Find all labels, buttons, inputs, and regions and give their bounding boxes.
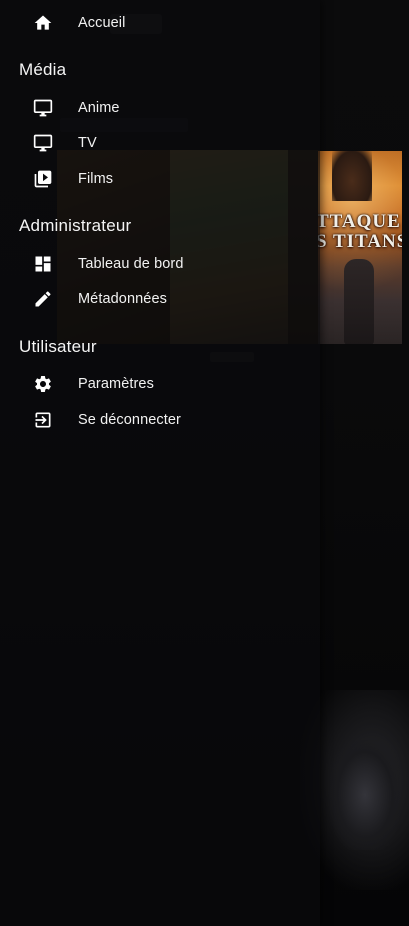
monitor-icon xyxy=(33,133,53,153)
nav-item-home[interactable]: Accueil xyxy=(0,5,320,41)
nav-item-label: Tableau de bord xyxy=(78,256,184,272)
nav-item-parametres[interactable]: Paramètres xyxy=(0,366,320,402)
nav-item-label: Métadonnées xyxy=(78,291,167,307)
nav-item-label: Films xyxy=(78,171,114,187)
navigation-drawer: Accueil Média Anime TV Films Administrat… xyxy=(0,0,320,926)
section-header-utilisateur: Utilisateur xyxy=(19,337,97,356)
poster-titan-figure xyxy=(332,151,372,201)
poster-title-line: TTAQUE xyxy=(318,211,401,232)
nav-item-label: TV xyxy=(78,135,97,151)
section-header-administrateur: Administrateur xyxy=(19,216,132,235)
nav-item-label: Accueil xyxy=(78,15,126,31)
poster-title-line: S TITANS xyxy=(318,231,402,252)
nav-item-label: Paramètres xyxy=(78,376,154,392)
app-viewport: TTAQUE S TITANS Accueil Média Anime TV F… xyxy=(0,0,409,926)
section-header-media: Média xyxy=(19,60,67,79)
dashboard-icon xyxy=(33,254,53,274)
monitor-icon xyxy=(33,98,53,118)
video-library-icon xyxy=(33,169,53,189)
gear-icon xyxy=(33,374,53,394)
poster-character-figure xyxy=(344,259,374,344)
nav-item-anime[interactable]: Anime xyxy=(0,90,320,126)
attack-on-titan-poster[interactable]: TTAQUE S TITANS xyxy=(318,151,402,344)
nav-item-se-deconnecter[interactable]: Se déconnecter xyxy=(0,402,320,438)
nav-item-metadonnees[interactable]: Métadonnées xyxy=(0,281,320,317)
home-icon xyxy=(33,13,53,33)
logout-icon xyxy=(33,410,53,430)
nav-item-label: Anime xyxy=(78,100,120,116)
nav-item-tableau-de-bord[interactable]: Tableau de bord xyxy=(0,246,320,282)
background-artwork xyxy=(330,740,400,850)
pencil-icon xyxy=(33,289,53,309)
nav-item-label: Se déconnecter xyxy=(78,412,181,428)
nav-item-tv[interactable]: TV xyxy=(0,125,320,161)
nav-item-films[interactable]: Films xyxy=(0,161,320,197)
